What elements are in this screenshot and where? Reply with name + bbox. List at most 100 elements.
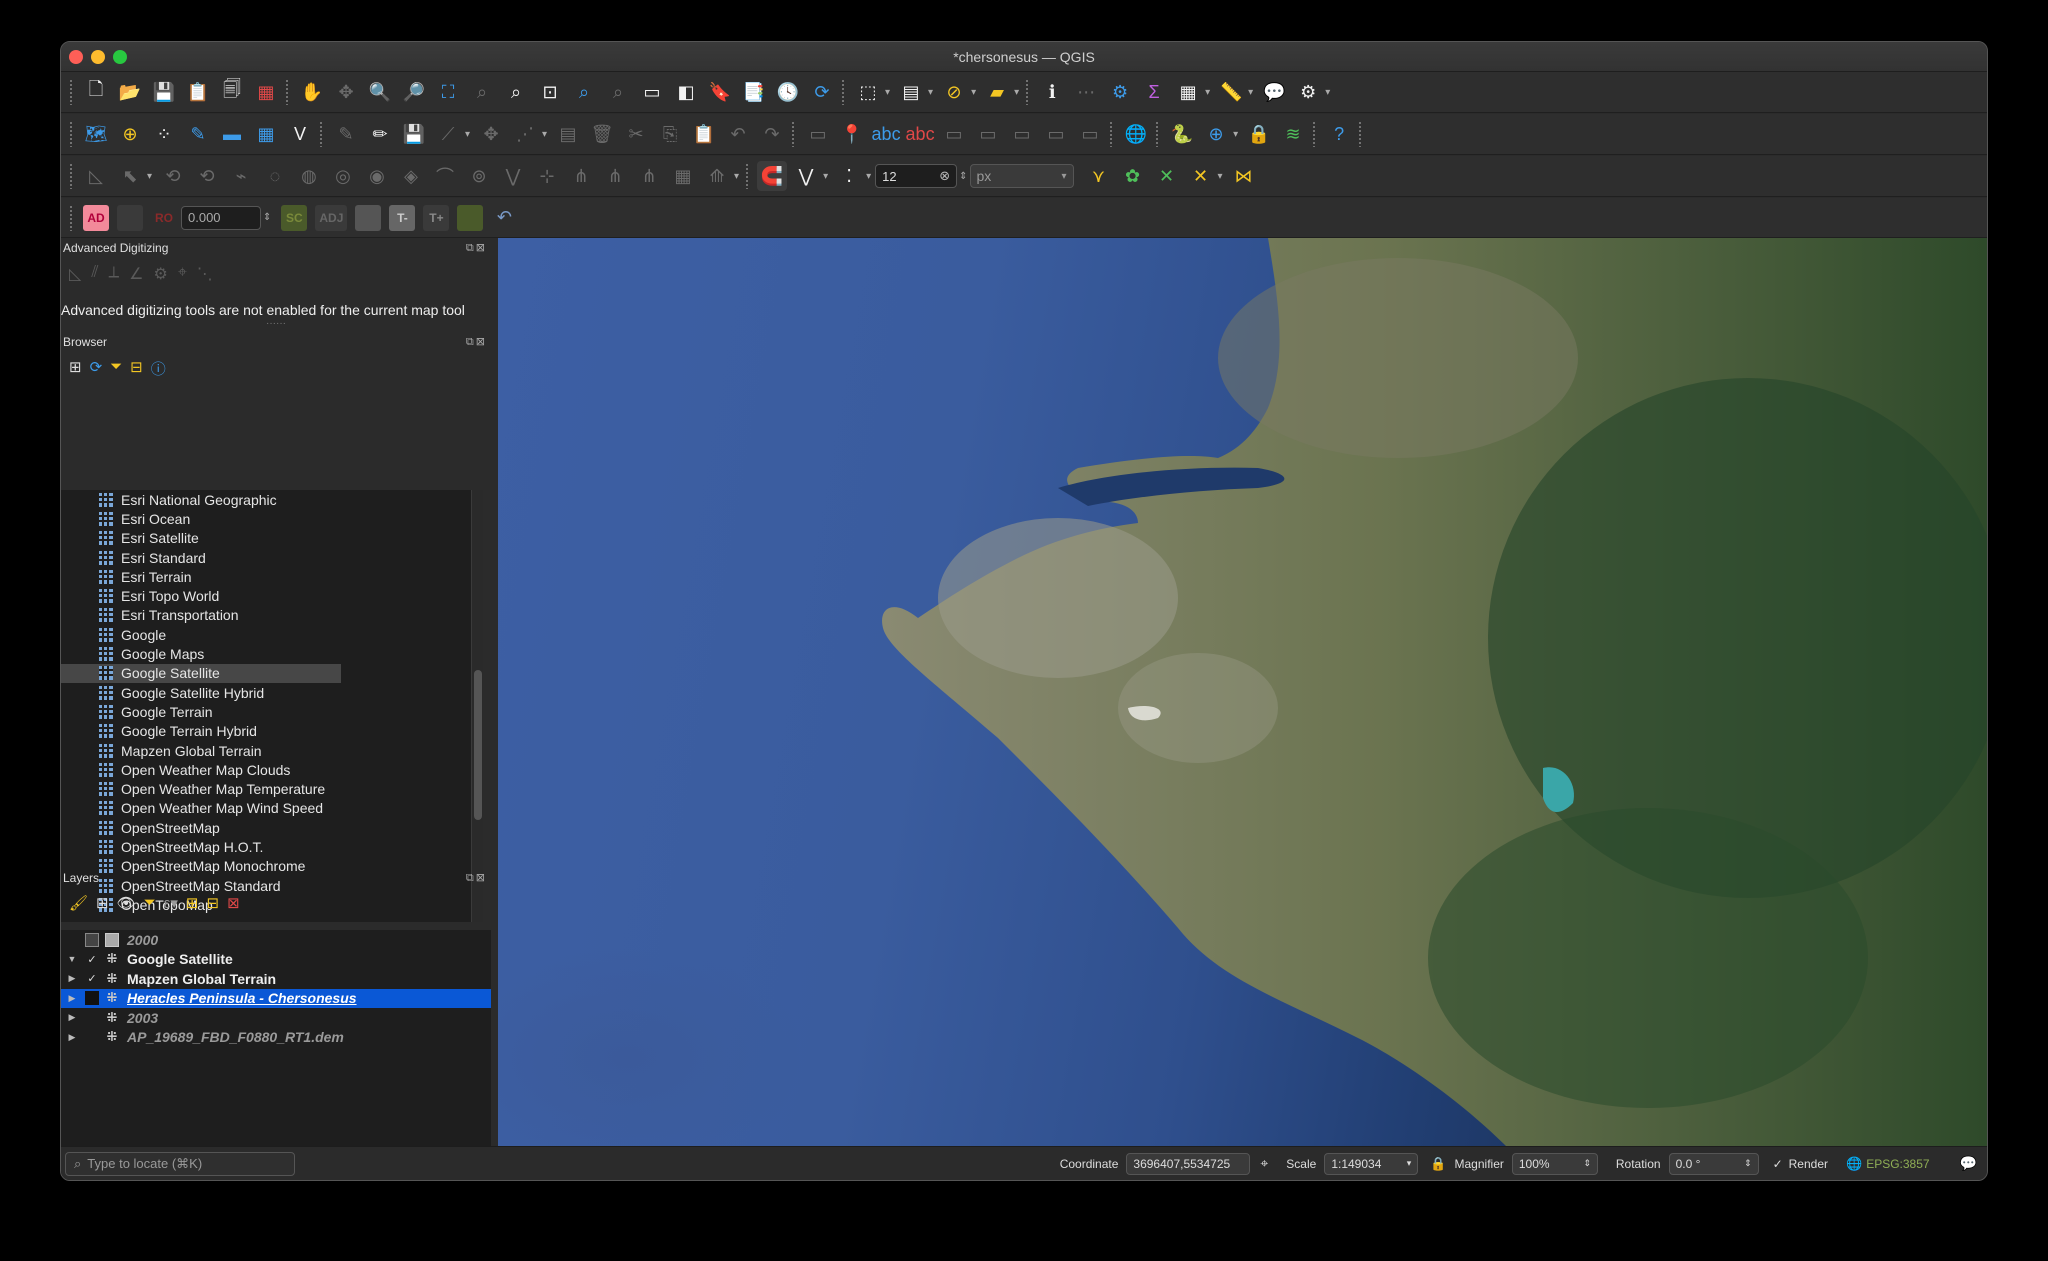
collapse-all-icon[interactable]: ⊟ [130, 358, 143, 379]
new-3d-map-view-icon[interactable]: ◧ [671, 77, 701, 107]
trim-extend-icon[interactable]: ⊹ [532, 161, 562, 191]
split-features-icon[interactable]: ⋔ [566, 161, 596, 191]
cut-features-icon[interactable]: 🗑 [587, 119, 617, 149]
t-minus-button[interactable]: T- [389, 204, 416, 231]
browser-item[interactable]: Google Maps [61, 644, 341, 663]
new-virtual-layer-icon[interactable]: V [285, 119, 315, 149]
chevron-right-icon[interactable]: ▶ [65, 973, 79, 984]
scrollbar-thumb[interactable] [474, 670, 482, 820]
add-vector-layer-icon[interactable]: ⊕ [115, 119, 145, 149]
pin-labels-icon[interactable]: 📍 [837, 119, 867, 149]
browser-item[interactable]: Google Terrain [61, 702, 341, 721]
map-tips-icon[interactable]: 💬 [1259, 77, 1289, 107]
fill-ring-icon[interactable]: ◎ [328, 161, 358, 191]
snap-unit-select[interactable]: px ▾ [969, 164, 1074, 188]
snapping-intersection-icon[interactable]: ✿ [1118, 161, 1148, 191]
layer-visibility-checkbox[interactable]: ✓ [85, 952, 99, 966]
locator-search-input[interactable]: ⌕ Type to locate (⌘K) [65, 1151, 295, 1176]
layer-row[interactable]: ▶ ✓ ⁜ Mapzen Global Terrain [61, 969, 491, 989]
toolbar-grip[interactable] [69, 121, 73, 147]
select-features-icon[interactable]: ⬚ [853, 77, 883, 107]
select-by-value-icon[interactable]: ▤ [896, 77, 926, 107]
snap-angle-icon[interactable]: ∠ [129, 264, 143, 284]
chevron-down-icon[interactable]: ▾ [928, 87, 933, 98]
browser-item[interactable]: Google Satellite Hybrid [61, 683, 341, 702]
parallel-icon[interactable]: ⫽ [91, 264, 98, 284]
data-source-manager-icon[interactable]: 🗺 [81, 119, 111, 149]
zoom-in-icon[interactable]: 🔍 [365, 77, 395, 107]
chevron-down-icon[interactable]: ▾ [1233, 129, 1238, 140]
layout-manager-icon[interactable]: 🗐 [217, 77, 247, 107]
refresh-icon[interactable]: ⟳ [90, 358, 103, 379]
label-toolbar-icon[interactable]: ▭ [803, 119, 833, 149]
select-location-icon[interactable]: ▰ [982, 77, 1012, 107]
current-edits-icon[interactable]: ✎ [331, 119, 361, 149]
avoid-overlap-icon[interactable]: ✕ [1186, 161, 1216, 191]
chevron-right-icon[interactable]: ▶ [65, 1012, 79, 1023]
new-print-layout-icon[interactable]: 📋 [183, 77, 213, 107]
move-label-icon[interactable]: ▭ [973, 119, 1003, 149]
close-window-button[interactable] [69, 50, 83, 64]
new-temporary-layer-icon[interactable]: ▦ [251, 119, 281, 149]
expand-all-icon[interactable]: ⊞ [186, 894, 199, 912]
zoom-native-icon[interactable]: ⊡ [535, 77, 565, 107]
panel-float-close-icon[interactable]: ⧉⊠ [466, 871, 491, 885]
messages-icon[interactable]: 💬 [1960, 1155, 1977, 1172]
toolbar-grip[interactable] [319, 121, 323, 147]
chevron-down-icon[interactable]: ▾ [885, 87, 890, 98]
browser-item[interactable]: Open Weather Map Wind Speed [61, 799, 341, 818]
new-spatialite-layer-icon[interactable]: ▬ [217, 119, 247, 149]
rotate-label-icon[interactable]: ▭ [1007, 119, 1037, 149]
undo-digitizing-icon[interactable]: ↶ [489, 203, 519, 233]
topological-editing-icon[interactable]: ⋎ [1084, 161, 1114, 191]
layer-labeling-options-icon[interactable]: abc [871, 119, 901, 149]
simplify-feature-icon[interactable]: ⌁ [226, 161, 256, 191]
refresh-icon[interactable]: ⟳ [807, 77, 837, 107]
chevron-down-icon[interactable]: ▾ [971, 87, 976, 98]
open-project-icon[interactable]: 📂 [115, 77, 145, 107]
crs-globe-icon[interactable]: 🌐 [1846, 1156, 1862, 1172]
browser-item[interactable]: Esri Satellite [61, 529, 341, 548]
modify-attributes-icon[interactable]: ⋰ [510, 119, 540, 149]
clear-input-icon[interactable]: ⊗ [939, 168, 950, 184]
undo-icon[interactable]: ↶ [723, 119, 753, 149]
zoom-next-icon[interactable]: ⌕ [603, 77, 633, 107]
style-manager-icon[interactable]: ▦ [251, 77, 281, 107]
delete-part-icon[interactable]: ◈ [396, 161, 426, 191]
layer-row[interactable]: ▶ ⁜ Heracles Peninsula - Chersonesus [61, 988, 491, 1008]
reshape-features-icon[interactable]: ⌒ [430, 161, 460, 191]
paste-features-icon[interactable]: ⎘ [655, 119, 685, 149]
chevron-down-icon[interactable]: ▾ [147, 171, 152, 182]
chevron-down-icon[interactable]: ▾ [1218, 171, 1223, 182]
more-icon[interactable]: ⋱ [197, 264, 213, 284]
toolbar-grip[interactable] [841, 79, 845, 105]
info-icon[interactable]: ⓘ [151, 358, 166, 379]
chevron-down-icon[interactable]: ▾ [866, 171, 871, 182]
minimize-window-button[interactable] [91, 50, 105, 64]
offset-curve-icon[interactable]: ⊚ [464, 161, 494, 191]
spinbox-arrows-icon[interactable]: ⇕ [263, 212, 271, 223]
layer-visibility-checkbox[interactable]: ✓ [85, 972, 99, 986]
browser-item[interactable]: Open Weather Map Clouds [61, 760, 341, 779]
layer-row[interactable]: ▼ ✓ ⁜ Google Satellite [61, 950, 491, 970]
move-feature-icon[interactable]: ⬉ [115, 161, 145, 191]
show-hide-labels-icon[interactable]: ▭ [1075, 119, 1105, 149]
crs-button[interactable]: EPSG:3857 [1866, 1157, 1929, 1171]
lock-scale-icon[interactable]: 🔒 [1430, 1156, 1446, 1172]
adj-button[interactable]: ADJ [315, 204, 348, 231]
panel-float-close-icon[interactable]: ⧉⊠ [466, 335, 491, 349]
measure-line-icon[interactable]: 📏 [1216, 77, 1246, 107]
layer-row[interactable]: ▶ ⁜ 2003 [61, 1008, 491, 1028]
rotate-feature-icon[interactable]: ⟲ [158, 161, 188, 191]
blank-button-2[interactable] [355, 204, 382, 231]
layer-row[interactable]: 2000 [61, 930, 491, 950]
browser-item[interactable]: OpenStreetMap [61, 818, 341, 837]
chevron-down-icon[interactable]: ▾ [542, 129, 547, 140]
toolbar-grip[interactable] [1358, 121, 1363, 147]
zoom-last-icon[interactable]: ⌕ [569, 77, 599, 107]
browser-item[interactable]: Esri Standard [61, 548, 341, 567]
toolbar-grip[interactable] [69, 79, 73, 105]
open-attribute-table-icon[interactable]: ⋯ [1071, 77, 1101, 107]
map-canvas[interactable] [498, 238, 1987, 1148]
processing-toolbox-icon[interactable]: ⚙ [1105, 77, 1135, 107]
